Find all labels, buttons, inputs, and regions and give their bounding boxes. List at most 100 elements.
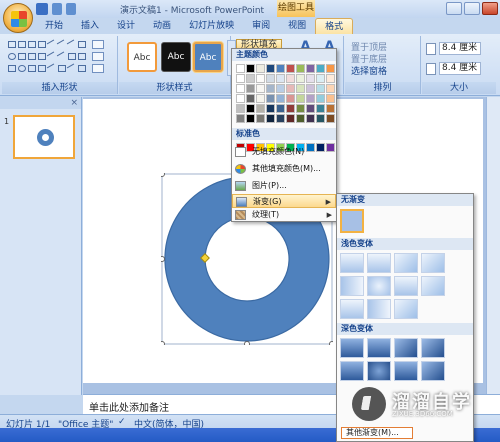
more-gradients-button[interactable]: 其他渐变(M)... — [341, 427, 413, 439]
gradient-light-option[interactable] — [394, 276, 418, 296]
shape-style-1[interactable]: Abc — [127, 42, 157, 72]
gradient-light-option[interactable] — [340, 253, 364, 273]
gradient-dark-option[interactable] — [367, 361, 391, 381]
tab-animations[interactable]: 动画 — [144, 18, 180, 34]
theme-color-swatch[interactable] — [316, 94, 325, 103]
theme-color-swatch[interactable] — [316, 64, 325, 73]
edit-shape-controls[interactable] — [92, 40, 110, 76]
slide-thumbnail[interactable] — [13, 115, 75, 159]
theme-color-swatch[interactable] — [306, 84, 315, 93]
theme-color-swatch[interactable] — [266, 94, 275, 103]
tab-review[interactable]: 审阅 — [243, 18, 279, 34]
tab-view[interactable]: 视图 — [279, 18, 315, 34]
theme-color-swatch[interactable] — [256, 74, 265, 83]
theme-color-swatch[interactable] — [276, 94, 285, 103]
gradient-light-option[interactable] — [367, 299, 391, 319]
theme-color-swatch[interactable] — [306, 104, 315, 113]
gradient-light-option[interactable] — [340, 299, 364, 319]
theme-color-swatch[interactable] — [266, 84, 275, 93]
menu-picture[interactable]: 图片(P)... — [232, 179, 336, 193]
theme-color-swatch[interactable] — [236, 64, 245, 73]
theme-color-swatch[interactable] — [326, 104, 335, 113]
gradient-dark-option[interactable] — [421, 361, 445, 381]
gradient-light-option[interactable] — [394, 253, 418, 273]
save-icon[interactable] — [36, 3, 48, 15]
theme-color-swatch[interactable] — [296, 64, 305, 73]
gradient-dark-option[interactable] — [394, 361, 418, 381]
theme-color-swatch[interactable] — [276, 74, 285, 83]
gradient-light-option[interactable] — [367, 253, 391, 273]
theme-color-swatch[interactable] — [316, 114, 325, 123]
theme-color-swatch[interactable] — [296, 74, 305, 83]
theme-color-swatch[interactable] — [326, 84, 335, 93]
gradient-dark-option[interactable] — [421, 338, 445, 358]
no-gradient-option[interactable] — [340, 209, 364, 233]
undo-icon[interactable] — [52, 3, 62, 15]
width-input[interactable]: 8.4 厘米 — [439, 62, 481, 75]
theme-color-swatch[interactable] — [256, 104, 265, 113]
gradient-dark-option[interactable] — [394, 338, 418, 358]
resize-handle[interactable] — [161, 173, 165, 177]
theme-color-swatch[interactable] — [286, 74, 295, 83]
theme-color-swatch[interactable] — [236, 104, 245, 113]
theme-color-swatch[interactable] — [266, 74, 275, 83]
minimize-button[interactable] — [446, 2, 462, 15]
gradient-light-option[interactable] — [394, 299, 418, 319]
theme-color-swatch[interactable] — [316, 104, 325, 113]
resize-handle[interactable] — [161, 256, 165, 262]
theme-color-swatch[interactable] — [316, 74, 325, 83]
theme-color-swatch[interactable] — [256, 114, 265, 123]
theme-color-swatch[interactable] — [246, 104, 255, 113]
menu-no-fill[interactable]: 无填充颜色(N) — [232, 145, 336, 159]
redo-icon[interactable] — [66, 3, 76, 15]
theme-color-swatch[interactable] — [236, 114, 245, 123]
pane-tabs[interactable]: × — [0, 97, 81, 109]
theme-color-swatch[interactable] — [306, 114, 315, 123]
gradient-dark-option[interactable] — [340, 338, 364, 358]
tab-home[interactable]: 开始 — [36, 18, 72, 34]
theme-color-swatch[interactable] — [286, 64, 295, 73]
menu-more-colors[interactable]: 其他填充颜色(M)... — [232, 162, 336, 176]
theme-color-swatch[interactable] — [326, 74, 335, 83]
gradient-light-option[interactable] — [421, 276, 445, 296]
theme-color-swatch[interactable] — [236, 74, 245, 83]
theme-color-swatch[interactable] — [246, 114, 255, 123]
theme-color-swatch[interactable] — [306, 64, 315, 73]
theme-color-swatch[interactable] — [276, 114, 285, 123]
gradient-dark-option[interactable] — [340, 361, 364, 381]
office-button[interactable] — [3, 3, 33, 33]
shapes-gallery[interactable] — [8, 39, 86, 76]
theme-color-swatch[interactable] — [286, 104, 295, 113]
theme-color-swatch[interactable] — [326, 64, 335, 73]
vertical-scrollbar[interactable] — [486, 97, 500, 395]
resize-handle[interactable] — [161, 341, 165, 346]
close-button[interactable] — [482, 2, 498, 15]
theme-color-swatch[interactable] — [316, 84, 325, 93]
gradient-dark-option[interactable] — [367, 338, 391, 358]
theme-color-swatch[interactable] — [296, 84, 305, 93]
resize-handle[interactable] — [329, 341, 334, 346]
theme-color-swatch[interactable] — [276, 84, 285, 93]
close-icon[interactable]: × — [70, 98, 78, 108]
theme-color-swatch[interactable] — [246, 84, 255, 93]
gradient-light-option[interactable] — [340, 276, 364, 296]
theme-color-swatch[interactable] — [306, 94, 315, 103]
theme-color-swatch[interactable] — [256, 64, 265, 73]
theme-color-swatch[interactable] — [246, 74, 255, 83]
selection-pane[interactable]: 选择窗格 — [351, 64, 387, 77]
theme-color-swatch[interactable] — [326, 114, 335, 123]
theme-color-swatch[interactable] — [256, 94, 265, 103]
theme-color-swatch[interactable] — [276, 64, 285, 73]
tab-design[interactable]: 设计 — [108, 18, 144, 34]
theme-color-swatch[interactable] — [286, 84, 295, 93]
height-input[interactable]: 8.4 厘米 — [439, 42, 481, 55]
theme-color-swatch[interactable] — [246, 94, 255, 103]
gradient-light-option[interactable] — [367, 276, 391, 296]
theme-color-swatch[interactable] — [326, 94, 335, 103]
theme-color-swatch[interactable] — [296, 104, 305, 113]
theme-color-swatch[interactable] — [306, 74, 315, 83]
theme-color-swatch[interactable] — [276, 104, 285, 113]
menu-gradient[interactable]: 渐变(G) ▶ — [232, 194, 336, 208]
theme-color-swatch[interactable] — [296, 94, 305, 103]
shape-style-2[interactable]: Abc — [161, 42, 191, 72]
